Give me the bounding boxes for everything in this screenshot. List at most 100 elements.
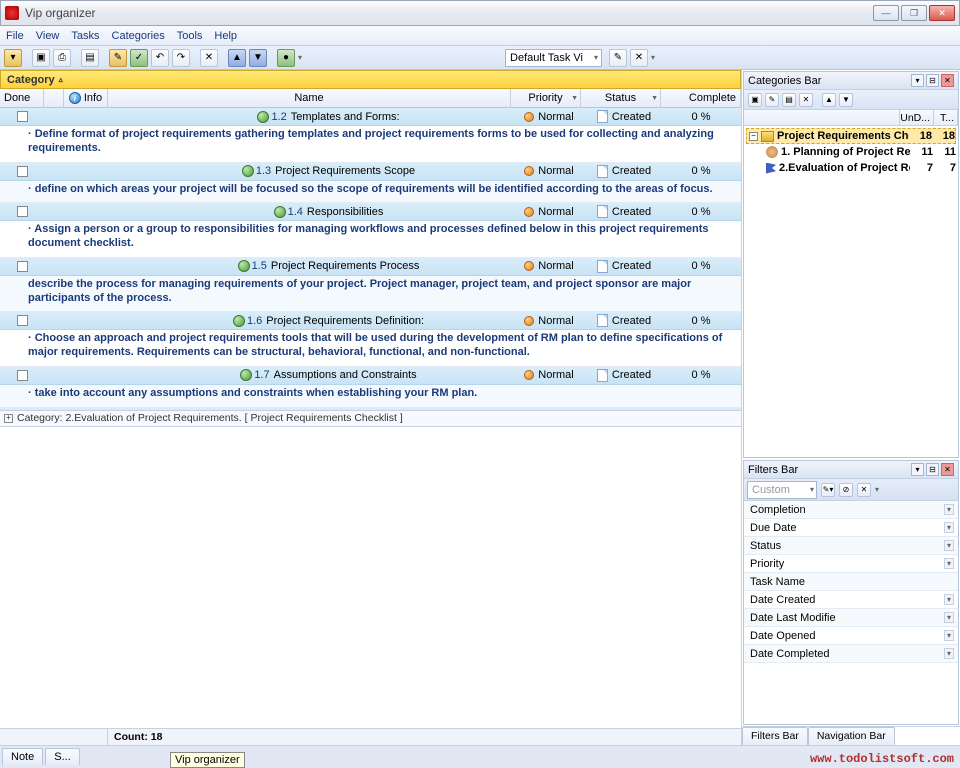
checkbox[interactable] xyxy=(17,370,28,381)
col-icon[interactable] xyxy=(44,89,64,107)
filters-panel: Filters Bar ▾ ⊟ ✕ Custom ✎▾ ⊘ ✕ ▾ Comple… xyxy=(743,460,959,725)
cat-edit-icon[interactable]: ✎ xyxy=(765,93,779,107)
filter-clear-icon[interactable]: ⊘ xyxy=(839,483,853,497)
checkbox[interactable] xyxy=(17,206,28,217)
menu-view[interactable]: View xyxy=(36,30,60,42)
col-priority[interactable]: Priority▼ xyxy=(511,89,581,107)
filter-preset-combo[interactable]: Custom xyxy=(747,481,817,499)
tool-filter-icon[interactable]: ✎ xyxy=(609,49,627,67)
col-name[interactable]: Name xyxy=(108,89,511,107)
filter-edit-icon[interactable]: ✎▾ xyxy=(821,483,835,497)
tab-s[interactable]: S... xyxy=(45,748,80,765)
tool-category-icon[interactable]: ● xyxy=(277,49,295,67)
filter-row[interactable]: Date Opened xyxy=(744,627,958,645)
filter-del-icon[interactable]: ✕ xyxy=(857,483,871,497)
tree-item[interactable]: −Project Requirements Checklis1818 xyxy=(746,128,956,144)
tool-down-icon[interactable]: ▼ xyxy=(249,49,267,67)
table-row[interactable]: 1.4Responsibilities Normal Created 0 % xyxy=(0,203,741,221)
checkbox[interactable] xyxy=(17,261,28,272)
tool-open-icon[interactable]: ▣ xyxy=(32,49,50,67)
grid-body[interactable]: 1.2Templates and Forms: Normal Created 0… xyxy=(0,108,741,410)
menu-tasks[interactable]: Tasks xyxy=(71,30,99,42)
col-done[interactable]: Done xyxy=(0,89,44,107)
col-status[interactable]: Status▼ xyxy=(581,89,661,107)
task-ball-icon xyxy=(238,260,250,272)
tool-check-icon[interactable]: ✓ xyxy=(130,49,148,67)
filter-row[interactable]: Date Completed xyxy=(744,645,958,663)
menu-tools[interactable]: Tools xyxy=(177,30,203,42)
filter-row[interactable]: Status xyxy=(744,537,958,555)
menu-file[interactable]: File xyxy=(6,30,24,42)
checkbox[interactable] xyxy=(17,111,28,122)
priority-dot-icon xyxy=(524,207,534,217)
footer-category[interactable]: + Category: 2.Evaluation of Project Requ… xyxy=(0,410,741,427)
cat-x-icon[interactable]: ✕ xyxy=(799,93,813,107)
filter-menu-icon[interactable]: ▾ xyxy=(911,463,924,476)
tool-task-icon[interactable]: ✎ xyxy=(109,49,127,67)
cat-up-icon[interactable]: ▲ xyxy=(822,93,836,107)
table-row[interactable]: 1.3Project Requirements Scope Normal Cre… xyxy=(0,163,741,181)
flag-icon xyxy=(766,163,776,174)
close-button[interactable]: ✕ xyxy=(929,5,955,21)
minimize-button[interactable]: — xyxy=(873,5,899,21)
panel-close-icon[interactable]: ✕ xyxy=(941,74,954,87)
status-doc-icon xyxy=(597,314,608,327)
maximize-button[interactable]: ❐ xyxy=(901,5,927,21)
table-row[interactable]: 1.7Assumptions and Constraints Normal Cr… xyxy=(0,367,741,385)
col-info[interactable]: iInfo xyxy=(64,89,108,107)
filter-row[interactable]: Task Name xyxy=(744,573,958,591)
expand-icon[interactable]: + xyxy=(4,414,13,423)
titlebar: Vip organizer — ❐ ✕ xyxy=(0,0,960,26)
tool-new-icon[interactable]: ▾ xyxy=(4,49,22,67)
grid-header: Done iInfo Name Priority▼ Status▼ Comple… xyxy=(0,89,741,108)
category-label: Category xyxy=(7,74,55,86)
tool-delete-icon[interactable]: ✕ xyxy=(200,49,218,67)
category-header[interactable]: Category ▵ xyxy=(0,70,741,89)
task-view-combo[interactable]: Default Task Vi xyxy=(505,49,602,67)
col-t[interactable]: T... xyxy=(934,110,958,125)
panel-menu-icon[interactable]: ▾ xyxy=(911,74,924,87)
panel-pin-icon[interactable]: ⊟ xyxy=(926,74,939,87)
chevron-down-icon: ▵ xyxy=(59,75,63,84)
tool-clear-icon[interactable]: ✕ xyxy=(630,49,648,67)
cat-new-icon[interactable]: ▣ xyxy=(748,93,762,107)
priority-dot-icon xyxy=(524,370,534,380)
tool-print-icon[interactable]: ⎙ xyxy=(53,49,71,67)
tree-item[interactable]: 2.Evaluation of Project Requir77 xyxy=(746,160,956,176)
task-description: describe the process for managing requir… xyxy=(0,276,741,313)
cat-del-icon[interactable]: ▤ xyxy=(782,93,796,107)
filter-row[interactable]: Priority xyxy=(744,555,958,573)
menu-help[interactable]: Help xyxy=(214,30,237,42)
tool-up-icon[interactable]: ▲ xyxy=(228,49,246,67)
tab-navigation-bar[interactable]: Navigation Bar xyxy=(808,727,895,745)
tool-undo-icon[interactable]: ↶ xyxy=(151,49,169,67)
categories-tree[interactable]: −Project Requirements Checklis18181. Pla… xyxy=(744,126,958,457)
col-und[interactable]: UnD... xyxy=(900,110,934,125)
filter-row[interactable]: Completion xyxy=(744,501,958,519)
filter-row[interactable]: Date Created xyxy=(744,591,958,609)
filter-row[interactable]: Date Last Modifie xyxy=(744,609,958,627)
col-complete[interactable]: Complete xyxy=(661,89,741,107)
checkbox[interactable] xyxy=(17,315,28,326)
watermark: www.todolistsoft.com xyxy=(810,752,954,766)
cat-down-icon[interactable]: ▼ xyxy=(839,93,853,107)
tree-item[interactable]: 1. Planning of Project Requirem1111 xyxy=(746,144,956,160)
task-description: · take into account any assumptions and … xyxy=(0,385,741,408)
table-row[interactable]: 1.5Project Requirements Process Normal C… xyxy=(0,258,741,276)
menu-categories[interactable]: Categories xyxy=(112,30,165,42)
status-doc-icon xyxy=(597,205,608,218)
filter-close-icon[interactable]: ✕ xyxy=(941,463,954,476)
categories-toolbar: ▣ ✎ ▤ ✕ ▲ ▼ xyxy=(744,90,958,110)
categories-panel: Categories Bar ▾ ⊟ ✕ ▣ ✎ ▤ ✕ ▲ ▼ UnD... … xyxy=(743,71,959,458)
table-row[interactable]: 1.6Project Requirements Definition: Norm… xyxy=(0,312,741,330)
tool-redo-icon[interactable]: ↷ xyxy=(172,49,190,67)
tab-filters-bar[interactable]: Filters Bar xyxy=(742,727,808,745)
tab-note[interactable]: Note xyxy=(2,748,43,765)
task-ball-icon xyxy=(240,369,252,381)
filter-pin-icon[interactable]: ⊟ xyxy=(926,463,939,476)
tool-copy-icon[interactable]: ▤ xyxy=(81,49,99,67)
toolbar: ▾ ▣ ⎙ ▤ ✎ ✓ ↶ ↷ ✕ ▲ ▼ ● ▾ Default Task V… xyxy=(0,46,960,70)
checkbox[interactable] xyxy=(17,166,28,177)
table-row[interactable]: 1.2Templates and Forms: Normal Created 0… xyxy=(0,108,741,126)
filter-row[interactable]: Due Date xyxy=(744,519,958,537)
